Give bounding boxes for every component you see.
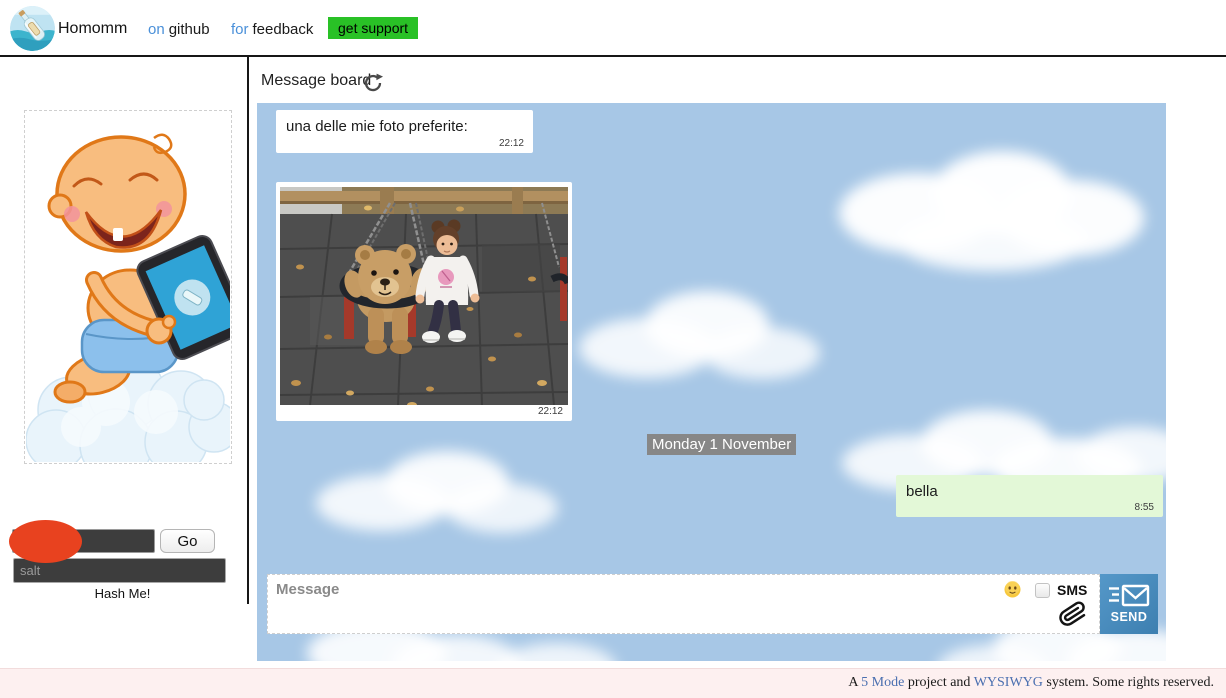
hash-me-label: Hash Me! — [0, 586, 245, 601]
get-support-button[interactable]: get support — [328, 17, 418, 39]
github-link-label: github — [169, 21, 210, 38]
emoji-icon[interactable] — [1003, 581, 1021, 599]
go-button[interactable]: Go — [160, 529, 215, 553]
date-divider: Monday 1 November — [647, 434, 796, 455]
footer-text: A — [848, 675, 861, 690]
message-text: bella — [906, 483, 938, 500]
board-title: Message board — [261, 72, 371, 90]
message-time: 22:12 — [499, 138, 524, 149]
baby-on-cloud-illustration — [26, 112, 230, 462]
photo-message-bubble: 22:12 — [276, 182, 572, 421]
message-time: 22:12 — [538, 406, 563, 417]
attach-paperclip-icon[interactable] — [1058, 599, 1088, 631]
five-mode-link[interactable]: 5 Mode — [861, 675, 904, 690]
sidebar-divider — [247, 57, 249, 604]
send-button[interactable]: SEND — [1100, 574, 1158, 634]
send-envelope-icon — [1108, 584, 1150, 608]
feedback-link-label: feedback — [253, 21, 314, 38]
message-composer: SMS — [267, 574, 1100, 634]
wysiwyg-link[interactable]: WYSIWYG — [974, 675, 1043, 690]
sms-checkbox[interactable] — [1035, 583, 1050, 598]
feedback-link[interactable]: forfeedback — [231, 21, 313, 38]
message-time: 8:55 — [1135, 502, 1154, 513]
send-button-label: SEND — [1111, 610, 1148, 624]
footer-text: system. Some rights reserved. — [1043, 675, 1214, 690]
message-bubble-left: una delle mie foto preferite: 22:12 — [276, 110, 533, 153]
baby-illustration-frame — [24, 110, 232, 464]
redaction-oval — [9, 520, 82, 563]
footer: A 5 Mode project and WYSIWYG system. Som… — [0, 668, 1226, 698]
github-link[interactable]: ongithub — [148, 21, 210, 38]
chat-area: una delle mie foto preferite: 22:12 — [257, 103, 1166, 661]
feedback-link-prefix: for — [231, 21, 249, 38]
app-header: Homomm ongithub forfeedback get support — [0, 0, 1226, 57]
github-link-prefix: on — [148, 21, 165, 38]
app-title: Homomm — [58, 20, 127, 38]
footer-text: project and — [904, 675, 973, 690]
message-bubble-right: bella 8:55 — [896, 475, 1163, 517]
chat-photo[interactable] — [280, 187, 568, 405]
message-text: una delle mie foto preferite: — [286, 118, 468, 135]
refresh-icon[interactable] — [362, 73, 384, 93]
message-input[interactable] — [268, 575, 988, 631]
app-logo-icon — [10, 6, 55, 51]
